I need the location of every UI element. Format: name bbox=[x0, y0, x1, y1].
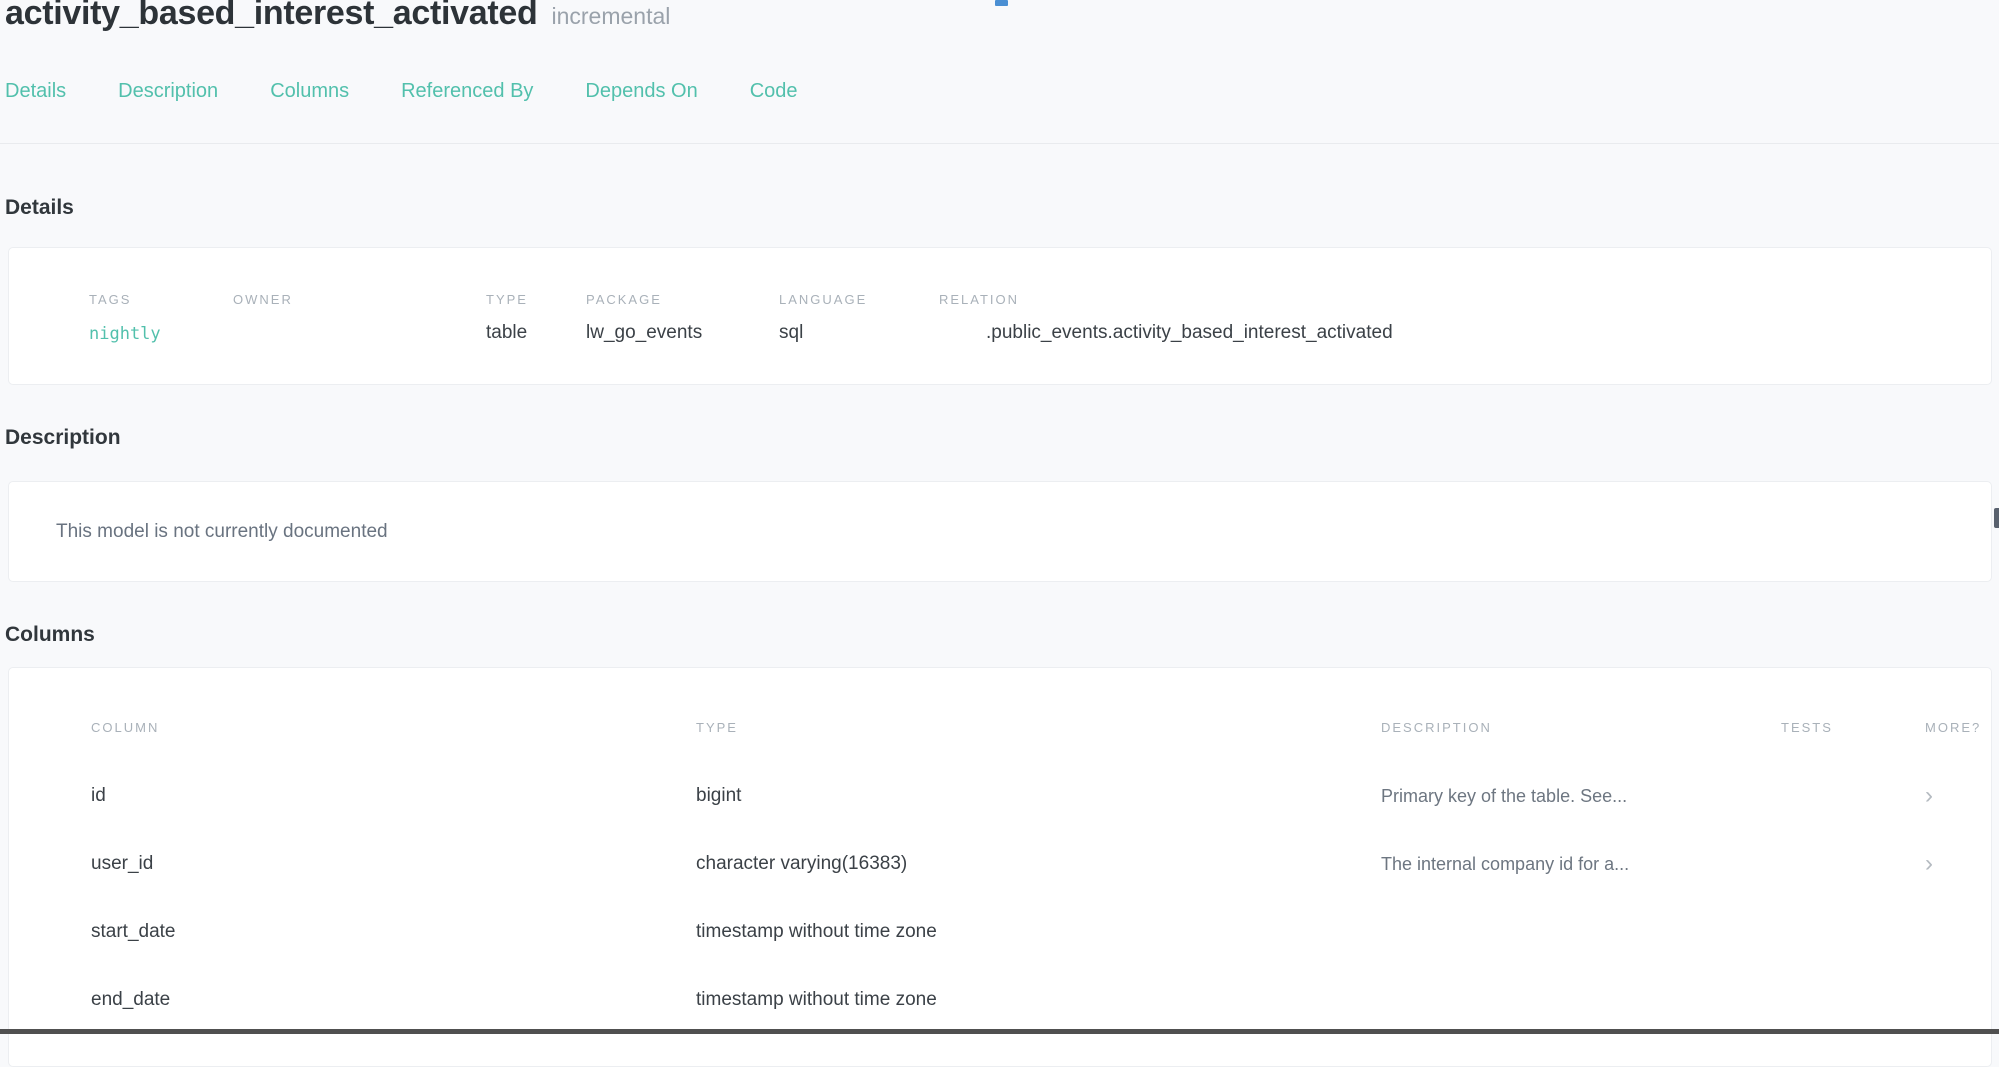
header-tests: TESTS bbox=[1781, 720, 1896, 735]
column-type: timestamp without time zone bbox=[696, 989, 1381, 1011]
description-text: This model is not currently documented bbox=[56, 521, 388, 543]
columns-section-heading: Columns bbox=[5, 623, 95, 647]
model-docs-page: activity_based_interest_activated increme… bbox=[0, 0, 1999, 1034]
package-label: PACKAGE bbox=[586, 292, 662, 307]
columns-card: COLUMN TYPE DESCRIPTION TESTS MORE? id b… bbox=[8, 667, 1992, 1067]
window-bottom-edge bbox=[0, 1029, 1999, 1034]
header-divider bbox=[0, 143, 1999, 144]
header-more: MORE? bbox=[1896, 720, 1991, 735]
column-description: The internal company id for a... bbox=[1381, 854, 1781, 875]
table-row-end-date[interactable]: end_date timestamp without time zone bbox=[9, 966, 1991, 1034]
type-value: table bbox=[486, 322, 527, 344]
column-description: Primary key of the table. See... bbox=[1381, 786, 1781, 807]
materialization-badge: incremental bbox=[552, 3, 671, 29]
column-type: character varying(16383) bbox=[696, 853, 1381, 875]
column-name: end_date bbox=[91, 989, 696, 1011]
details-card: TAGS nightly OWNER TYPE table PACKAGE lw… bbox=[8, 247, 1992, 385]
column-name: start_date bbox=[91, 921, 696, 943]
chevron-right-icon[interactable]: › bbox=[1925, 784, 1933, 809]
tags-label: TAGS bbox=[89, 292, 131, 307]
type-label: TYPE bbox=[486, 292, 528, 307]
columns-table: COLUMN TYPE DESCRIPTION TESTS MORE? id b… bbox=[9, 710, 1991, 1034]
columns-table-header: COLUMN TYPE DESCRIPTION TESTS MORE? bbox=[9, 710, 1991, 744]
table-row-start-date[interactable]: start_date timestamp without time zone bbox=[9, 898, 1991, 966]
tab-code[interactable]: Code bbox=[750, 80, 798, 103]
section-nav: Details Description Columns Referenced B… bbox=[5, 80, 798, 103]
page-header: activity_based_interest_activated increme… bbox=[5, 0, 670, 33]
tag-nightly[interactable]: nightly bbox=[89, 324, 161, 344]
description-card: This model is not currently documented bbox=[8, 481, 1992, 582]
package-value: lw_go_events bbox=[586, 322, 702, 344]
relation-value: .public_events.activity_based_interest_a… bbox=[986, 322, 1393, 344]
language-label: LANGUAGE bbox=[779, 292, 867, 307]
header-description: DESCRIPTION bbox=[1381, 720, 1781, 735]
model-title: activity_based_interest_activated bbox=[5, 0, 538, 32]
description-section-heading: Description bbox=[5, 426, 121, 450]
tab-columns[interactable]: Columns bbox=[270, 80, 349, 103]
column-type: timestamp without time zone bbox=[696, 921, 1381, 943]
language-value: sql bbox=[779, 322, 803, 344]
right-edge-artifact bbox=[1994, 508, 1999, 528]
header-column: COLUMN bbox=[91, 720, 696, 735]
top-edge-artifact bbox=[995, 0, 1008, 6]
details-section-heading: Details bbox=[5, 196, 74, 220]
tab-description[interactable]: Description bbox=[118, 80, 218, 103]
tab-referenced-by[interactable]: Referenced By bbox=[401, 80, 533, 103]
column-type: bigint bbox=[696, 785, 1381, 807]
column-name: user_id bbox=[91, 853, 696, 875]
tab-depends-on[interactable]: Depends On bbox=[585, 80, 697, 103]
relation-label: RELATION bbox=[939, 292, 1019, 307]
tab-details[interactable]: Details bbox=[5, 80, 66, 103]
owner-label: OWNER bbox=[233, 292, 293, 307]
header-type: TYPE bbox=[696, 720, 1381, 735]
table-row-id[interactable]: id bigint Primary key of the table. See.… bbox=[9, 762, 1991, 830]
column-name: id bbox=[91, 785, 696, 807]
chevron-right-icon[interactable]: › bbox=[1925, 852, 1933, 877]
table-row-user-id[interactable]: user_id character varying(16383) The int… bbox=[9, 830, 1991, 898]
